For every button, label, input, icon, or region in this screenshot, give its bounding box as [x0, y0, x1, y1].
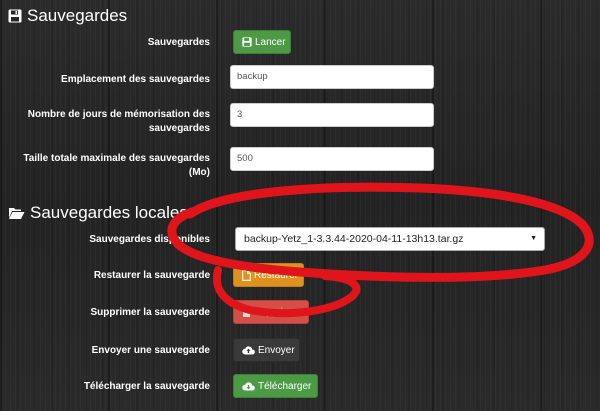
- restore-button[interactable]: Restaurer: [233, 263, 304, 287]
- folder-open-icon: [8, 206, 25, 220]
- launch-button-label: Lancer: [255, 36, 286, 48]
- section-heading-local-backups: Sauvegardes locales: [8, 203, 188, 223]
- floppy-disk-icon: [242, 37, 252, 47]
- delete-button[interactable]: Supprimer: [233, 300, 309, 324]
- delete-button-label: Supprimer: [254, 306, 301, 318]
- restore-backup-label: Restaurer la sauvegarde: [93, 270, 210, 281]
- launch-backup-label: Sauvegardes: [147, 37, 210, 48]
- backup-location-input[interactable]: backup: [230, 65, 434, 89]
- section-heading-backups-text: Sauvegardes: [27, 6, 128, 25]
- restore-button-label: Restaurer: [254, 269, 298, 281]
- download-backup-label: Télécharger la sauvegarde: [83, 381, 210, 392]
- available-backups-label: Sauvegardes disponibles: [89, 234, 210, 245]
- max-size-label-line2: (Mo): [188, 167, 210, 178]
- trash-icon: [242, 307, 251, 317]
- delete-backup-label: Supprimer la sauvegarde: [90, 307, 211, 318]
- available-backups-select[interactable]: backup-Yetz_1-3.3.44-2020-04-11-13h13.ta…: [235, 227, 545, 251]
- max-size-label: Taille totale maximale des sauvegardes (…: [23, 152, 210, 180]
- cloud-upload-icon: [242, 345, 255, 355]
- cloud-download-icon: [242, 381, 255, 391]
- available-backups-selected-value: backup-Yetz_1-3.3.44-2020-04-11-13h13.ta…: [244, 233, 464, 245]
- chevron-down-icon: ▼: [530, 235, 537, 242]
- upload-button-label: Envoyer: [258, 344, 295, 356]
- max-size-label-line1: Taille totale maximale des sauvegardes: [23, 153, 210, 164]
- retention-days-input[interactable]: 3: [230, 103, 434, 127]
- retention-days-label-line2: sauvegardes: [148, 123, 210, 134]
- retention-days-label-line1: Nombre de jours de mémorisation des: [27, 109, 210, 120]
- file-icon: [242, 269, 251, 281]
- backup-location-label: Emplacement des sauvegardes: [61, 74, 210, 85]
- upload-button[interactable]: Envoyer: [233, 338, 300, 362]
- max-size-input[interactable]: 500: [230, 147, 434, 171]
- section-heading-local-backups-text: Sauvegardes locales: [30, 203, 188, 222]
- download-button[interactable]: Télécharger: [233, 374, 318, 398]
- floppy-disk-icon: [8, 9, 22, 23]
- retention-days-label: Nombre de jours de mémorisation des sauv…: [28, 108, 210, 136]
- section-heading-backups: Sauvegardes: [8, 6, 127, 26]
- upload-backup-label: Envoyer une sauvegarde: [91, 345, 210, 356]
- download-button-label: Télécharger: [258, 380, 312, 392]
- launch-button[interactable]: Lancer: [233, 30, 291, 54]
